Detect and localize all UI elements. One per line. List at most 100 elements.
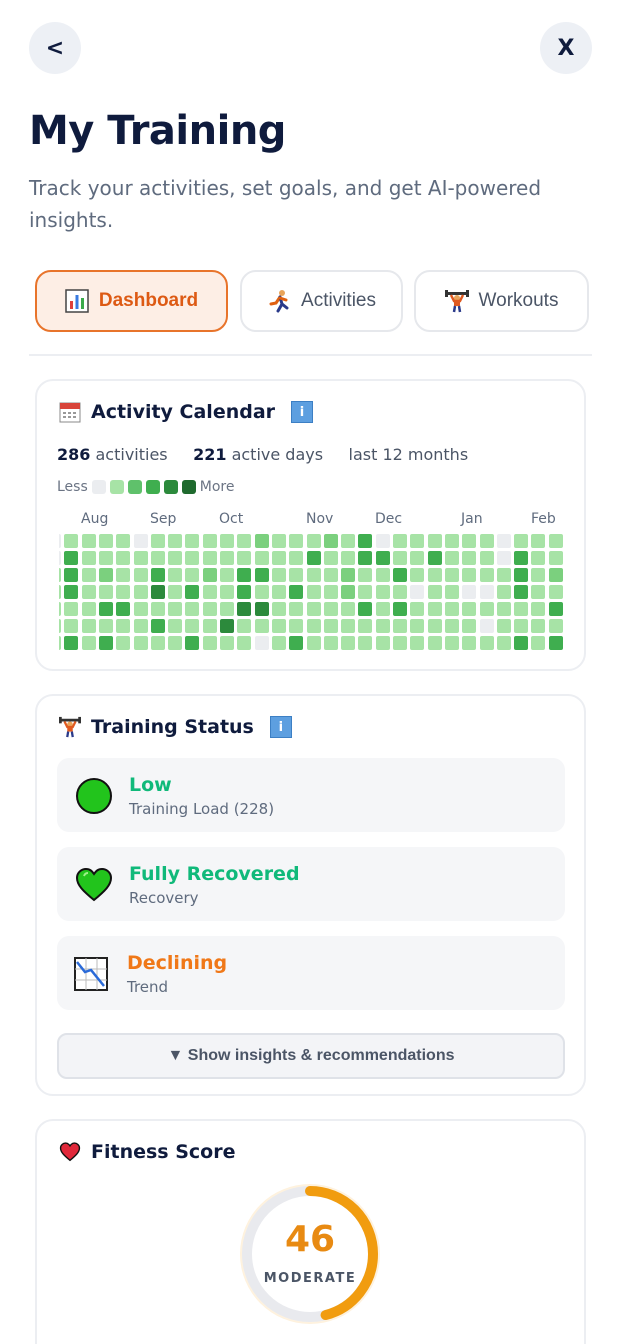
month-label: Sep <box>150 511 177 527</box>
training-status-card: Training Status i Low Training Load (228… <box>35 694 586 1096</box>
heatmap-cell <box>462 551 477 565</box>
heatmap-cell <box>289 568 304 582</box>
heatmap-cell <box>306 585 321 599</box>
heatmap-cell <box>237 534 252 548</box>
tab-workouts[interactable]: Workouts <box>414 270 589 332</box>
status-sub: Trend <box>127 978 169 996</box>
heatmap-cell <box>150 551 165 565</box>
heatmap-cell <box>479 602 494 616</box>
green-heart-icon <box>75 867 113 902</box>
heart-icon <box>59 1142 81 1162</box>
heatmap-cell <box>185 602 200 616</box>
heatmap-cell <box>531 551 546 565</box>
heatmap-cell <box>531 534 546 548</box>
heatmap-cell <box>133 534 148 548</box>
heatmap-cell <box>496 619 511 633</box>
heatmap-cell <box>254 585 269 599</box>
heatmap-cell <box>289 551 304 565</box>
status-info-button[interactable]: i <box>269 716 292 738</box>
heatmap-cell <box>375 534 390 548</box>
heatmap-cell <box>531 636 546 650</box>
heatmap-cell <box>59 636 61 650</box>
heatmap-cell <box>220 602 234 616</box>
heatmap-cell <box>59 602 61 616</box>
heatmap-cell <box>496 636 511 650</box>
heatmap-cell <box>496 534 511 548</box>
heatmap-cell <box>185 585 200 599</box>
heatmap-cell <box>514 534 529 548</box>
heatmap-cell <box>358 568 373 582</box>
status-label: Low <box>129 774 172 796</box>
heatmap-cell <box>479 534 494 548</box>
heatmap-cell <box>150 619 165 633</box>
back-button[interactable]: < <box>29 22 81 74</box>
heatmap-cell <box>548 568 563 582</box>
calendar-stats: 286 activities 221 active days last 12 m… <box>57 445 468 464</box>
heatmap-cell <box>289 619 304 633</box>
heatmap-cell <box>271 602 286 616</box>
heatmap-cell <box>64 619 79 633</box>
heatmap-cell <box>410 551 425 565</box>
legend-less: Less <box>57 479 88 495</box>
heatmap-cell <box>341 602 356 616</box>
heatmap-cell <box>254 568 269 582</box>
heatmap-cell <box>64 568 79 582</box>
heatmap-cell <box>237 602 252 616</box>
close-button[interactable]: X <box>540 22 592 74</box>
heatmap-cell <box>514 619 529 633</box>
calendar-months: Aug Sep Oct Nov Dec Jan Feb <box>37 511 584 531</box>
heatmap-cell <box>444 568 459 582</box>
tab-activities[interactable]: Activities <box>240 270 403 332</box>
heatmap-cell <box>133 568 148 582</box>
heatmap-cell <box>81 568 96 582</box>
heatmap-cell <box>116 636 131 650</box>
show-insights-button[interactable]: ▼ Show insights & recommendations <box>57 1033 565 1079</box>
heatmap-cell <box>185 551 200 565</box>
heatmap-cell <box>393 619 407 633</box>
calendar-info-button[interactable]: i <box>291 401 314 423</box>
heatmap-cell <box>306 534 321 548</box>
heatmap-cell <box>393 568 407 582</box>
heatmap-cell <box>64 585 79 599</box>
legend-more: More <box>199 479 235 495</box>
activity-calendar-header: Activity Calendar i <box>59 401 314 423</box>
heatmap-cell <box>323 585 338 599</box>
heatmap-cell <box>410 619 425 633</box>
heatmap-cell <box>444 585 459 599</box>
period-label: last 12 months <box>348 445 469 464</box>
heatmap-cell <box>479 585 494 599</box>
heatmap-cell <box>531 585 546 599</box>
heatmap-cell <box>358 636 373 650</box>
heatmap-cell <box>341 551 356 565</box>
heatmap-cell <box>81 602 96 616</box>
heatmap-cell <box>168 585 183 599</box>
heatmap-cell <box>150 568 165 582</box>
heatmap-cell <box>116 585 131 599</box>
heatmap-cell <box>393 602 407 616</box>
heatmap-cell <box>306 551 321 565</box>
heatmap-cell <box>116 619 131 633</box>
tab-dashboard[interactable]: Dashboard <box>35 270 228 332</box>
activity-heatmap-grid <box>59 534 565 656</box>
heatmap-cell <box>341 636 356 650</box>
heatmap-cell <box>150 602 165 616</box>
heatmap-cell <box>98 585 113 599</box>
heatmap-cell <box>306 636 321 650</box>
heatmap-cell <box>150 585 165 599</box>
weightlifter-icon <box>444 290 469 313</box>
heatmap-cell <box>393 636 407 650</box>
heatmap-cell <box>98 619 113 633</box>
heatmap-cell <box>202 568 217 582</box>
heatmap-cell <box>220 619 234 633</box>
legend-swatch <box>163 480 178 494</box>
heatmap-cell <box>427 585 442 599</box>
heatmap-cell <box>202 585 217 599</box>
heatmap-cell <box>185 619 200 633</box>
status-label: Fully Recovered <box>129 863 300 885</box>
heatmap-cell <box>341 534 356 548</box>
heatmap-cell <box>168 602 183 616</box>
heatmap-cell <box>393 534 407 548</box>
activity-calendar-title: Activity Calendar <box>91 401 276 423</box>
heatmap-cell <box>98 568 113 582</box>
heatmap-cell <box>202 534 217 548</box>
